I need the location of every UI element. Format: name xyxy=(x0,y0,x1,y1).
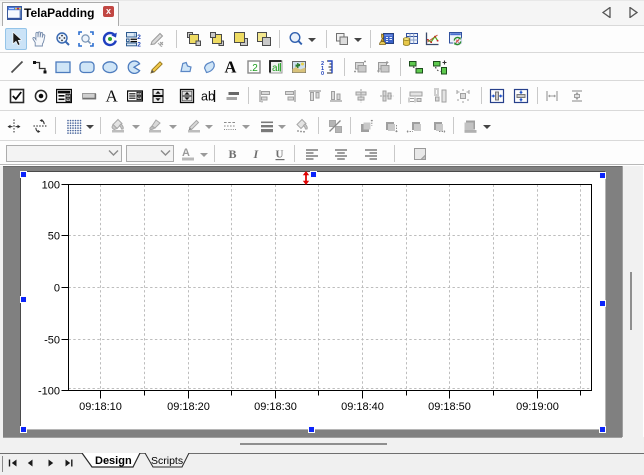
svg-text:09:18:30: 09:18:30 xyxy=(254,401,297,413)
svg-text:0: 0 xyxy=(54,282,60,294)
svg-text:A: A xyxy=(182,147,190,159)
svg-text:Scripts: Scripts xyxy=(151,455,183,467)
svg-text:-50: -50 xyxy=(44,334,60,346)
svg-text:ab: ab xyxy=(201,89,215,103)
svg-text:100: 100 xyxy=(42,179,60,191)
svg-text:09:18:20: 09:18:20 xyxy=(167,401,210,413)
svg-text:2: 2 xyxy=(137,34,141,41)
svg-text:-100: -100 xyxy=(38,385,60,397)
svg-text:09:18:40: 09:18:40 xyxy=(341,401,384,413)
svg-text:A: A xyxy=(105,88,118,104)
svg-text:09:18:50: 09:18:50 xyxy=(428,401,471,413)
svg-text:al: al xyxy=(272,63,280,74)
svg-text:U: U xyxy=(276,148,284,160)
svg-text:A: A xyxy=(225,59,237,75)
svg-text:Design: Design xyxy=(95,455,132,467)
svg-text:09:18:10: 09:18:10 xyxy=(79,401,122,413)
svg-text:.2: .2 xyxy=(249,63,258,74)
svg-text:I: I xyxy=(253,147,260,161)
svg-text:B: B xyxy=(229,147,237,161)
svg-text:09:19:00: 09:19:00 xyxy=(516,401,559,413)
svg-text:50: 50 xyxy=(48,230,60,242)
svg-text:0: 0 xyxy=(321,71,324,75)
svg-text:2: 2 xyxy=(137,42,141,48)
